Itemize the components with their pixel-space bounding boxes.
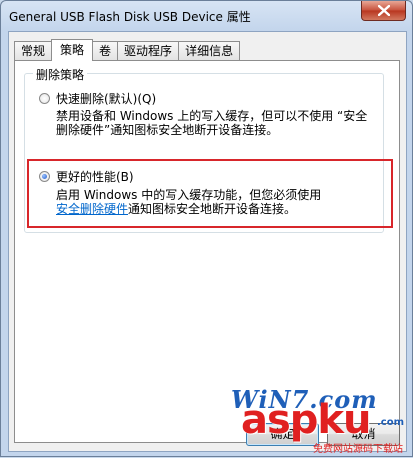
window-title: General USB Flash Disk USB Device 属性 [9,10,251,24]
close-button[interactable] [361,1,406,21]
tab-details[interactable]: 详细信息 [178,41,241,60]
tab-general[interactable]: 常规 [14,41,53,60]
removal-policy-title: 删除策略 [33,66,88,83]
properties-dialog: General USB Flash Disk USB Device 属性 常规 … [0,0,413,457]
dialog-client-area: 常规 策略 卷 驱动程序 详细信息 删除策略 快速删除(默认)(Q) 禁用设备和… [8,31,407,452]
title-bar[interactable]: General USB Flash Disk USB Device 属性 [1,1,412,31]
quick-removal-label[interactable]: 快速删除(默认)(Q) [56,90,156,107]
quick-removal-desc-line1: 禁用设备和 Windows 上的写入缓存，但可以不使用 “安全 [56,109,368,123]
annotation-highlight-box [27,159,393,228]
tab-policies[interactable]: 策略 [51,39,94,61]
quick-removal-radio[interactable] [39,93,50,104]
tab-volumes[interactable]: 卷 [92,41,119,60]
close-x-icon [377,5,390,16]
cancel-button[interactable]: 取消 [327,423,400,446]
tab-driver[interactable]: 驱动程序 [117,41,180,60]
ok-button[interactable]: 确定 [246,423,319,446]
policies-tab-panel: 删除策略 快速删除(默认)(Q) 禁用设备和 Windows 上的写入缓存，但可… [14,60,400,443]
quick-removal-desc-line2: 删除硬件”通知图标安全地断开设备连接。 [56,123,279,137]
tab-strip: 常规 策略 卷 驱动程序 详细信息 [14,39,241,61]
